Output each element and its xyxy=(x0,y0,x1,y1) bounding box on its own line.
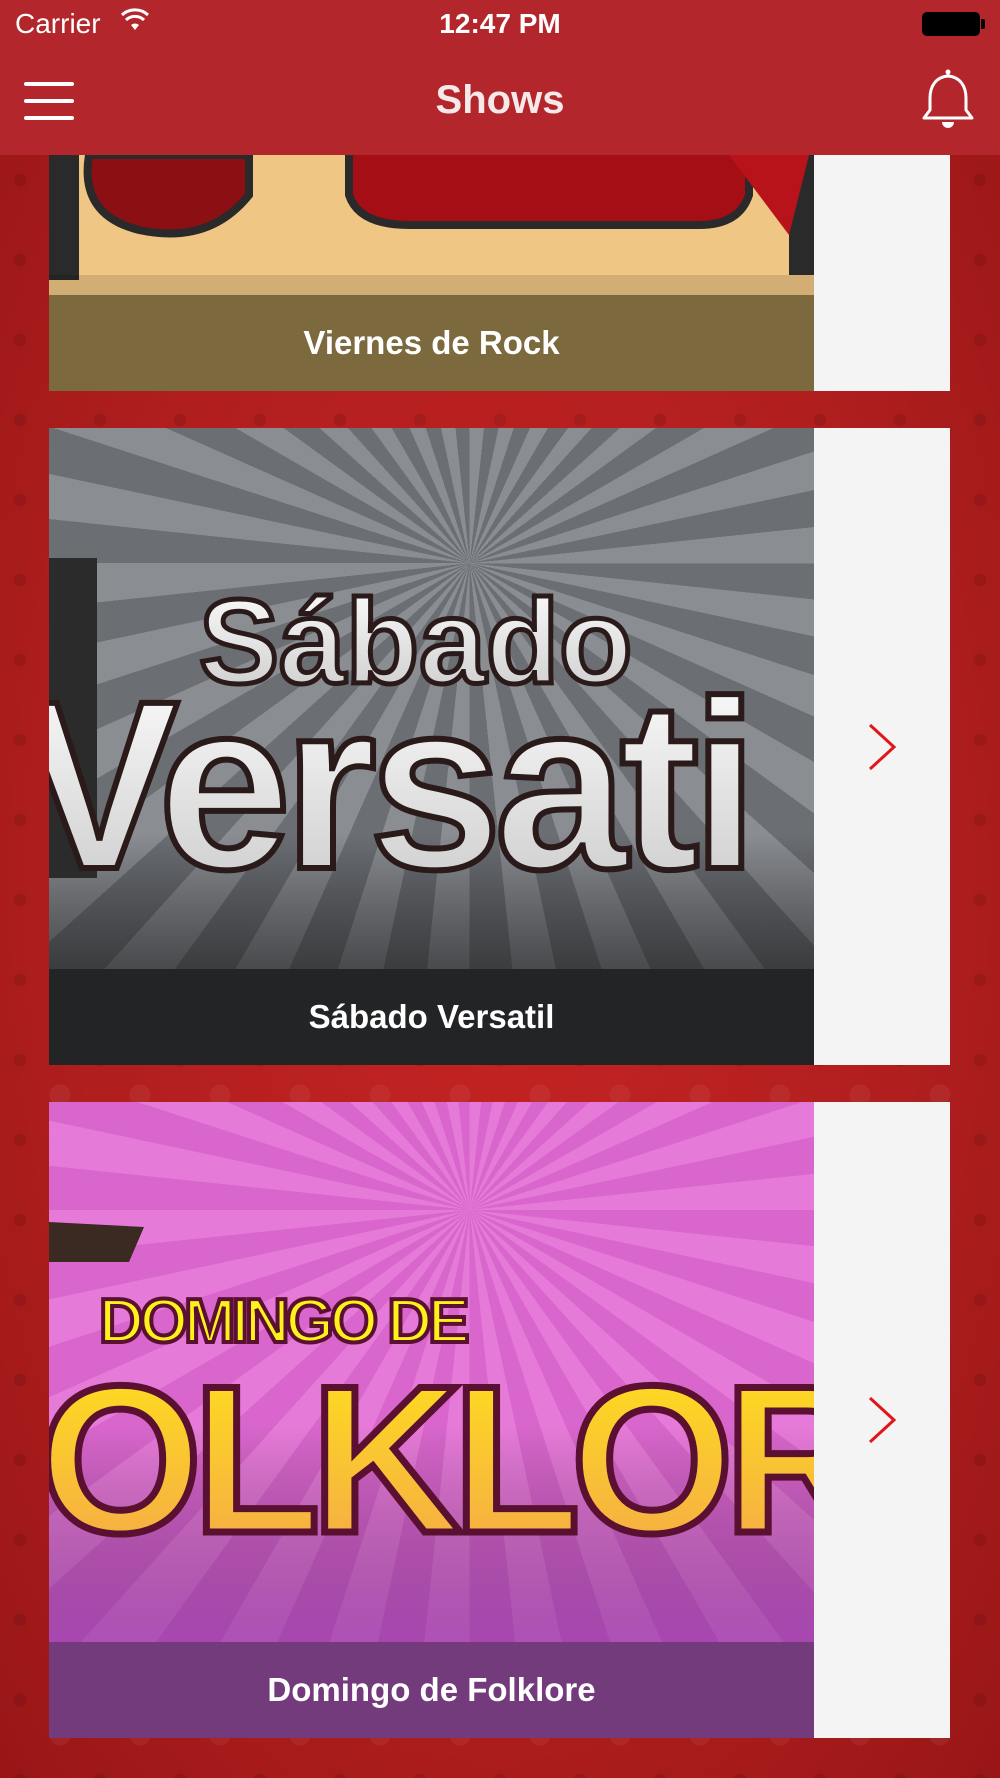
show-card-main[interactable]: Sábado Versati Sábado Versatil xyxy=(49,428,814,1065)
show-artwork: Sábado Versati xyxy=(49,428,814,969)
artwork-text-main: OLKLOR xyxy=(49,1342,814,1577)
show-title: Sábado Versatil xyxy=(49,969,814,1065)
show-title: Domingo de Folklore xyxy=(49,1642,814,1738)
chevron-right-icon[interactable] xyxy=(866,723,898,771)
show-card-sabado-versatil[interactable]: Sábado Versati Sábado Versatil xyxy=(49,428,950,1065)
bell-icon[interactable] xyxy=(918,68,978,134)
status-time: 12:47 PM xyxy=(439,8,561,39)
status-bar: Carrier 12:47 PM xyxy=(0,0,1000,50)
page-title: Shows xyxy=(435,78,565,122)
artwork-text-main: Versati xyxy=(49,651,750,919)
show-card-domingo-de-folklore[interactable]: DOMINGO DE OLKLOR Domingo de Folklore xyxy=(49,1102,950,1738)
show-detail-button[interactable] xyxy=(814,1102,950,1738)
show-detail-button[interactable] xyxy=(814,155,950,391)
show-title: Viernes de Rock xyxy=(49,295,814,391)
show-artwork: DOMINGO DE OLKLOR xyxy=(49,1102,814,1642)
show-card-main[interactable]: DOMINGO DE OLKLOR Domingo de Folklore xyxy=(49,1102,814,1738)
show-card-main[interactable]: Viernes de Rock xyxy=(49,155,814,391)
navigation-bar: Shows xyxy=(0,50,1000,155)
show-artwork xyxy=(49,155,814,295)
show-detail-button[interactable] xyxy=(814,428,950,1065)
app-header: Carrier 12:47 PM Shows xyxy=(0,0,1000,155)
show-card-viernes-de-rock[interactable]: Viernes de Rock xyxy=(49,155,950,391)
chevron-right-icon[interactable] xyxy=(866,1396,898,1444)
battery-icon xyxy=(922,12,985,36)
